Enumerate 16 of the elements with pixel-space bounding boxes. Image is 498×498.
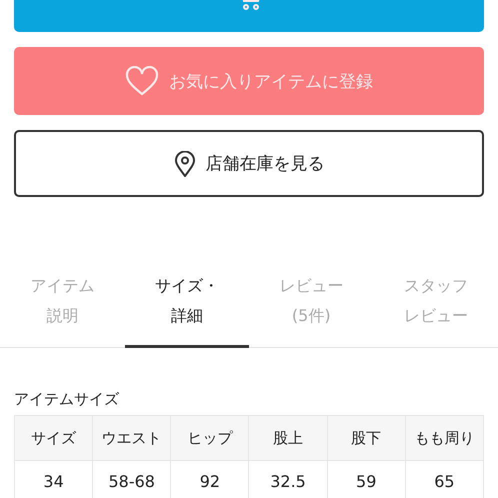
tab[interactable]: サイズ・ 詳細 <box>124 267 249 348</box>
tab[interactable]: スタッフ レビュー <box>374 267 498 348</box>
column-header: ウエスト <box>92 416 171 460</box>
column-header: ヒップ <box>170 416 249 460</box>
column-header: もも周り <box>405 416 484 460</box>
table-cell: 34 <box>14 460 93 498</box>
tab[interactable]: レビュー (5件) <box>249 267 374 348</box>
section-title: アイテムサイズ <box>14 390 120 409</box>
tab[interactable]: アイテム 説明 <box>0 267 124 348</box>
location-pin-icon <box>174 150 196 176</box>
favorite-button[interactable]: お気に入りアイテムに登録 <box>14 47 484 115</box>
column-header: サイズ <box>14 416 93 460</box>
column-header: 股下 <box>327 416 406 460</box>
store-stock-button[interactable]: 店舗在庫を見る <box>14 130 484 197</box>
column-header: 股上 <box>248 416 328 460</box>
heart-icon <box>125 66 159 96</box>
